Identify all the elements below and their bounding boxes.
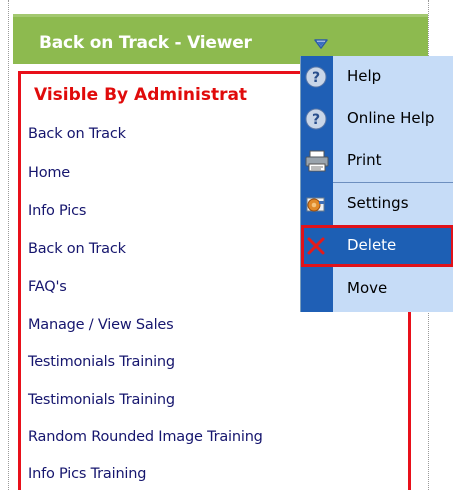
link-info-pics[interactable]: Info Pics xyxy=(28,203,86,219)
menu-item-delete-label: Delete xyxy=(347,236,397,254)
menu-item-help[interactable]: ? Help xyxy=(301,56,453,98)
help-icon: ? xyxy=(304,65,328,89)
module-container: Back on Track - Viewer Visible By Admini… xyxy=(0,0,453,490)
link-back-on-track-2[interactable]: Back on Track xyxy=(28,241,126,257)
menu-item-online-help[interactable]: ? Online Help xyxy=(301,98,453,140)
menu-dropdown-arrow-icon[interactable] xyxy=(313,37,333,51)
svg-text:?: ? xyxy=(312,70,320,86)
module-title: Back on Track - Viewer xyxy=(39,33,252,53)
container-edge-left xyxy=(8,0,9,490)
delete-x-icon xyxy=(304,234,328,258)
printer-icon xyxy=(304,149,329,173)
link-back-on-track[interactable]: Back on Track xyxy=(28,126,126,142)
link-testimonials-training[interactable]: Testimonials Training xyxy=(28,354,175,370)
link-random-rounded-image-training[interactable]: Random Rounded Image Training xyxy=(28,429,263,445)
menu-item-settings-label: Settings xyxy=(347,194,409,212)
link-info-pics-training[interactable]: Info Pics Training xyxy=(28,466,146,482)
menu-item-help-label: Help xyxy=(347,67,382,85)
menu-item-move[interactable]: Move xyxy=(301,268,453,310)
menu-item-online-help-label: Online Help xyxy=(347,109,435,127)
menu-item-print[interactable]: Print xyxy=(301,140,453,182)
settings-icon xyxy=(304,192,328,216)
link-testimonials-training-2[interactable]: Testimonials Training xyxy=(28,392,175,408)
menu-item-settings[interactable]: Settings xyxy=(301,183,453,225)
link-home[interactable]: Home xyxy=(28,165,70,181)
menu-item-move-label: Move xyxy=(347,279,388,297)
context-menu: ? Help ? Online Help Print Settings Dele… xyxy=(300,56,453,312)
menu-item-print-label: Print xyxy=(347,151,382,169)
menu-item-delete[interactable]: Delete xyxy=(301,225,453,267)
link-faqs[interactable]: FAQ's xyxy=(28,279,67,295)
svg-text:?: ? xyxy=(312,112,320,128)
link-manage-view-sales[interactable]: Manage / View Sales xyxy=(28,317,174,333)
panel-header: Visible By Administrat xyxy=(34,85,248,105)
online-help-icon: ? xyxy=(304,107,328,131)
